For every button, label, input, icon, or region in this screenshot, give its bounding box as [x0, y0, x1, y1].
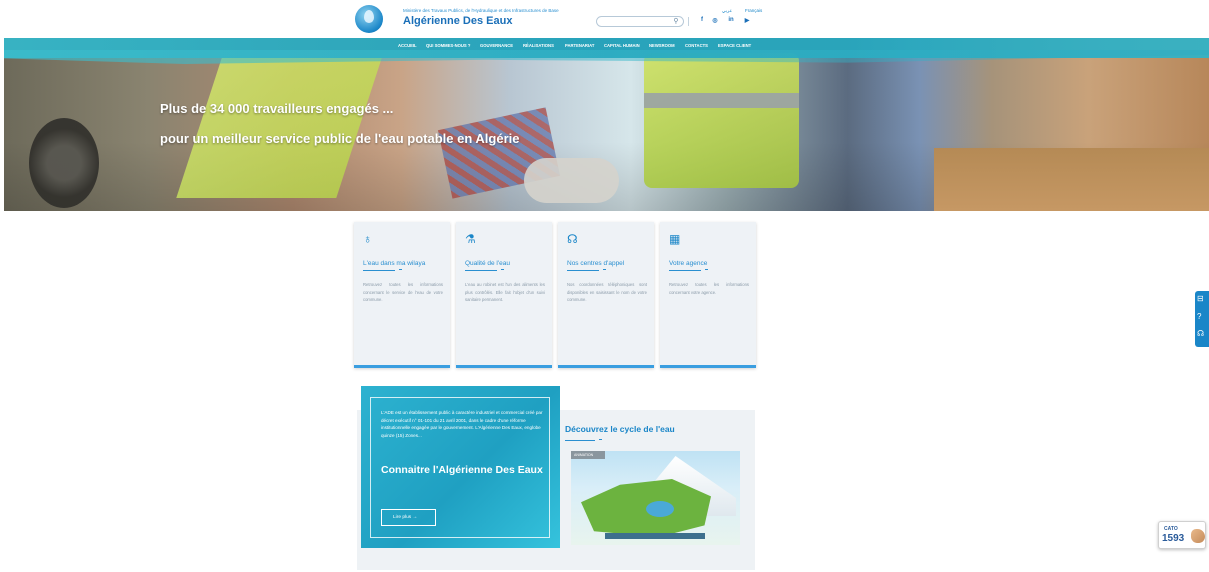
card-underline: [567, 270, 599, 271]
nav-item-espace-client[interactable]: ESPACE CLIENT: [718, 43, 751, 48]
instagram-icon[interactable]: ◎: [710, 17, 720, 24]
youtube-icon[interactable]: ▶: [742, 17, 752, 24]
card-underline-dot: [399, 269, 402, 270]
card-text: Retrouvez toutes les informations concer…: [363, 282, 443, 302]
cycle-underline-dot: [599, 439, 602, 440]
card-underline-dot: [705, 269, 708, 270]
about-text: L'ADE est un établissement public à cara…: [381, 410, 543, 438]
water-drop-icon: ♁: [363, 232, 372, 246]
facebook-icon[interactable]: f: [697, 17, 707, 23]
card-centres-appel[interactable]: ☊ Nos centres d'appel Nos coordonnées té…: [558, 222, 654, 368]
cato-number: 1593: [1162, 533, 1185, 544]
water-cycle-video[interactable]: ANIMATION: [571, 451, 740, 545]
main-nav: ACCUEIL QUI SOMMES-NOUS ? GOUVERNANCE RÉ…: [4, 43, 1209, 53]
card-underline-dot: [501, 269, 504, 270]
question-icon[interactable]: ?: [1197, 312, 1201, 321]
hero-banner: ACCUEIL QUI SOMMES-NOUS ? GOUVERNANCE RÉ…: [4, 38, 1209, 211]
contact-card-icon[interactable]: ⊟: [1197, 294, 1204, 303]
cato-label: CATO: [1164, 526, 1178, 532]
microscope-icon: ⚗: [465, 232, 476, 246]
ministry-line: Ministère des Travaux Publics, de l'Hydr…: [403, 8, 559, 13]
building-icon: ▦: [669, 232, 681, 246]
video-tag: ANIMATION: [571, 451, 605, 459]
hero-vest2-bg: [644, 53, 799, 188]
nav-item-gouvernance[interactable]: GOUVERNANCE: [480, 43, 513, 48]
card-eau-wilaya[interactable]: ♁ L'eau dans ma wilaya Retrouvez toutes …: [354, 222, 450, 368]
hero-headline: Plus de 34 000 travailleurs engagés ...: [160, 101, 394, 116]
card-title: L'eau dans ma wilaya: [363, 260, 426, 267]
nav-item-realisations[interactable]: RÉALISATIONS: [523, 43, 554, 48]
lang-arabic[interactable]: عربي: [722, 8, 732, 14]
hero-field-bg: [934, 148, 1209, 211]
lake-illustration: [646, 501, 674, 517]
card-title: Qualité de l'eau: [465, 260, 510, 267]
card-underline-dot: [603, 269, 606, 270]
cato-badge[interactable]: CATO 1593: [1158, 521, 1206, 549]
hero-glove-bg: [524, 158, 619, 203]
cycle-underline: [565, 440, 595, 441]
side-help-widget[interactable]: ⊟ ? ☊: [1195, 291, 1209, 347]
card-title: Votre agence: [669, 260, 708, 267]
read-more-button[interactable]: Lire plus →: [381, 509, 436, 526]
headset-icon[interactable]: ☊: [1197, 329, 1204, 338]
card-votre-agence[interactable]: ▦ Votre agence Retrouvez toutes les info…: [660, 222, 756, 368]
nav-item-capital-humain[interactable]: CAPITAL HUMAIN: [604, 43, 640, 48]
linkedin-icon[interactable]: in: [726, 17, 736, 23]
nav-item-qui-sommes-nous[interactable]: QUI SOMMES-NOUS ?: [426, 43, 470, 48]
nav-item-newsroom[interactable]: NEWSROOM: [649, 43, 675, 48]
hero-wheel-bg: [29, 118, 99, 208]
nav-item-contacts[interactable]: CONTACTS: [685, 43, 708, 48]
ade-logo-icon[interactable]: [355, 5, 383, 33]
card-underline: [465, 270, 497, 271]
about-title: Connaitre l'Algérienne Des Eaux: [381, 464, 543, 476]
card-qualite-eau[interactable]: ⚗ Qualité de l'eau L'eau au robinet est …: [456, 222, 552, 368]
site-header: Ministère des Travaux Publics, de l'Hydr…: [0, 0, 1209, 38]
search-icon[interactable]: ⚲: [671, 16, 681, 27]
phone-hand-icon: [1191, 529, 1205, 543]
header-divider: [688, 17, 689, 26]
card-underline: [669, 270, 701, 271]
card-underline: [363, 270, 395, 271]
cycle-title: Découvrez le cycle de l'eau: [565, 424, 675, 434]
headset-icon: ☊: [567, 232, 578, 246]
brand-name[interactable]: Algérienne Des Eaux: [403, 15, 512, 27]
card-text: L'eau au robinet est l'un des aliments l…: [465, 282, 545, 302]
hero-vest-stripe: [644, 93, 799, 108]
nav-item-accueil[interactable]: ACCUEIL: [398, 43, 417, 48]
nav-item-partenariat[interactable]: PARTENARIAT: [565, 43, 594, 48]
lang-french[interactable]: Français: [745, 8, 762, 13]
page: Ministère des Travaux Publics, de l'Hydr…: [0, 0, 1209, 572]
card-text: Nos coordonnées téléphoniques sont dispo…: [567, 282, 647, 302]
card-title: Nos centres d'appel: [567, 260, 625, 267]
hero-subheadline: pour un meilleur service public de l'eau…: [160, 131, 520, 146]
hero-vest-bg: [176, 58, 382, 198]
video-caption-bar: [605, 533, 705, 539]
card-text: Retrouvez toutes les informations concer…: [669, 282, 749, 295]
